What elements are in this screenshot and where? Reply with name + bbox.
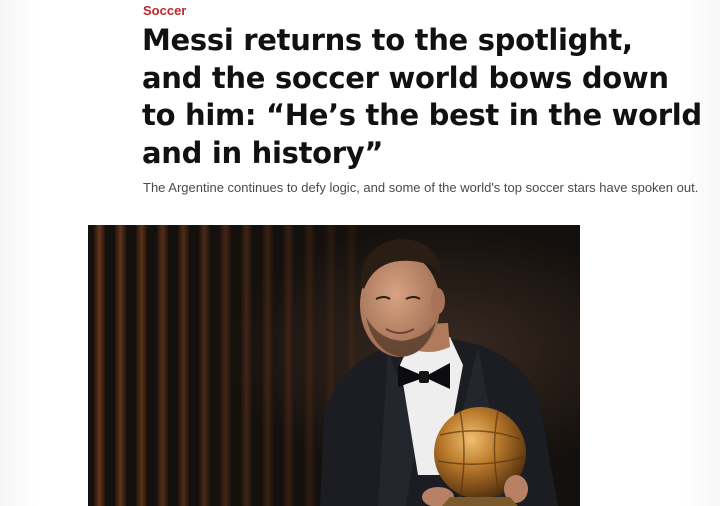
background-stripe bbox=[304, 225, 315, 506]
background-stripe bbox=[220, 225, 231, 506]
article-dek: The Argentine continues to defy logic, a… bbox=[143, 180, 699, 195]
background-stripe bbox=[241, 225, 252, 506]
hero-image bbox=[88, 225, 580, 506]
background-stripe bbox=[199, 225, 210, 506]
hero-photo-illustration bbox=[88, 225, 580, 506]
background-stripe bbox=[283, 225, 294, 506]
background-stripe bbox=[136, 225, 147, 506]
background-stripe bbox=[262, 225, 273, 506]
section-link-soccer[interactable]: Soccer bbox=[143, 3, 186, 18]
background-stripe bbox=[157, 225, 168, 506]
article-headline: Messi returns to the spotlight, and the … bbox=[142, 23, 702, 170]
article-page: Soccer Messi returns to the spotlight, a… bbox=[0, 0, 720, 506]
background-stripe bbox=[94, 225, 105, 506]
background-stripe bbox=[115, 225, 126, 506]
background-stripe bbox=[178, 225, 189, 506]
